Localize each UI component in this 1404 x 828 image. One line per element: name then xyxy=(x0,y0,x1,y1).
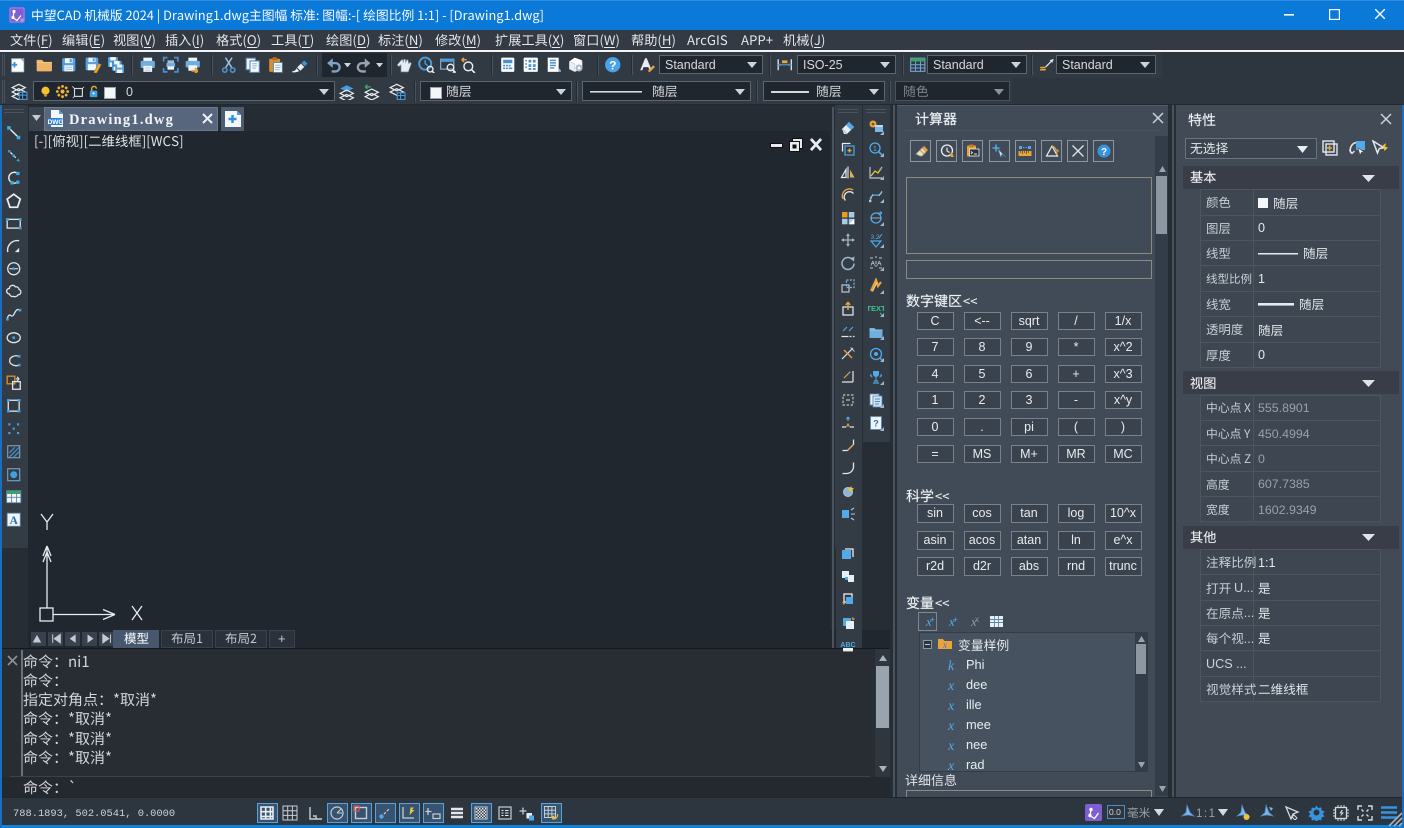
svg-text:?: ? xyxy=(1101,147,1107,158)
svg-text:x: x xyxy=(947,739,955,752)
svg-text:?: ? xyxy=(609,58,616,72)
svg-text:x: x xyxy=(975,615,979,624)
svg-text:x: x xyxy=(947,699,955,712)
svg-text:x: x xyxy=(942,640,947,650)
svg-text:x: x xyxy=(947,719,955,732)
svg-text:x: x xyxy=(947,759,955,772)
svg-text:x: x xyxy=(947,679,955,692)
svg-text:k: k xyxy=(948,659,955,672)
svg-text:+: + xyxy=(930,615,935,624)
svg-text:ABC: ABC xyxy=(840,642,855,649)
svg-text:+: + xyxy=(953,615,958,624)
svg-text:DWG: DWG xyxy=(48,119,63,126)
svg-text:A: A xyxy=(10,515,19,527)
